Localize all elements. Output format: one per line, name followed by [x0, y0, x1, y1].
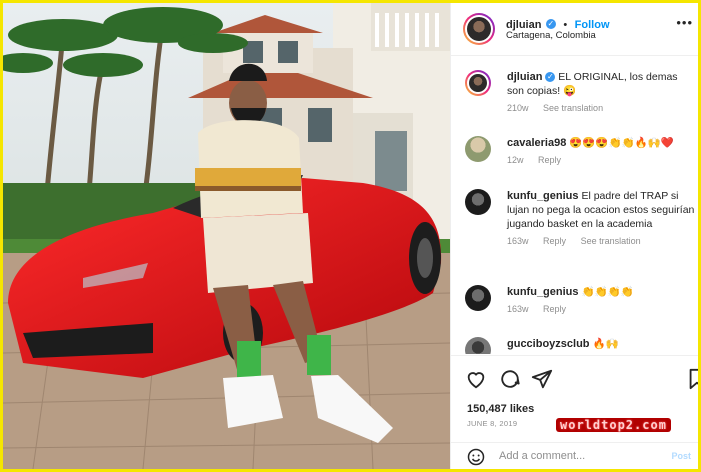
comment-input[interactable]: Add a comment... [499, 450, 585, 462]
comment-text: 😍😍😍👏👏🔥🙌❤️ [569, 137, 674, 149]
post-date[interactable]: JUNE 8, 2019 [467, 419, 517, 428]
post-photo[interactable] [3, 3, 450, 469]
comment-username[interactable]: kunfu_genius [507, 286, 579, 298]
caption-username[interactable]: djluian [507, 71, 542, 83]
emoji-icon[interactable] [467, 448, 485, 466]
post-location[interactable]: Cartagena, Colombia [506, 30, 596, 41]
comment-time[interactable]: 163w [507, 236, 529, 246]
commenter-avatar[interactable] [465, 136, 491, 162]
comment-text: 🔥🙌 [592, 338, 619, 350]
commenter-avatar[interactable] [465, 337, 491, 354]
verified-icon: ✓ [545, 18, 556, 29]
add-comment-bar: Add a comment... Post [451, 442, 698, 469]
comment-username[interactable]: gucciboyzsclub [507, 338, 590, 350]
likes-count[interactable]: 150,487 likes [467, 403, 534, 415]
bookmark-icon[interactable] [687, 368, 698, 390]
more-options-icon[interactable]: ••• [676, 15, 693, 30]
comment-username[interactable]: cavaleria98 [507, 137, 566, 149]
comment-time[interactable]: 12w [507, 155, 524, 165]
share-icon[interactable] [531, 368, 553, 390]
reply-button[interactable]: Reply [543, 236, 566, 246]
post-header: djluian ✓ • Follow Cartagena, Colombia •… [451, 3, 698, 56]
caption-time[interactable]: 210w [507, 103, 529, 113]
see-translation-link[interactable]: See translation [543, 103, 603, 113]
comment-text: 👏👏👏👏 [581, 286, 634, 298]
commenter-avatar[interactable] [465, 285, 491, 311]
caption-avatar[interactable] [465, 70, 491, 96]
post-photo-illustration [3, 3, 450, 469]
instagram-post-window: djluian ✓ • Follow Cartagena, Colombia •… [3, 3, 698, 469]
author-avatar[interactable] [463, 13, 495, 45]
post-sidebar: djluian ✓ • Follow Cartagena, Colombia •… [450, 3, 698, 469]
reply-button[interactable]: Reply [538, 155, 561, 165]
comment-username[interactable]: kunfu_genius [507, 190, 579, 202]
comment-time[interactable]: 163w [507, 304, 529, 314]
verified-icon: ✓ [545, 72, 556, 83]
watermark: worldtop2.com [556, 418, 671, 432]
comments-list[interactable]: djluian ✓ EL ORIGINAL, los demas son cop… [451, 56, 698, 354]
commenter-avatar[interactable] [465, 189, 491, 215]
post-comment-button[interactable]: Post [671, 451, 691, 461]
comment-icon[interactable] [499, 368, 521, 390]
heart-icon[interactable] [465, 368, 487, 390]
see-translation-link[interactable]: See translation [581, 236, 641, 246]
reply-button[interactable]: Reply [543, 304, 566, 314]
